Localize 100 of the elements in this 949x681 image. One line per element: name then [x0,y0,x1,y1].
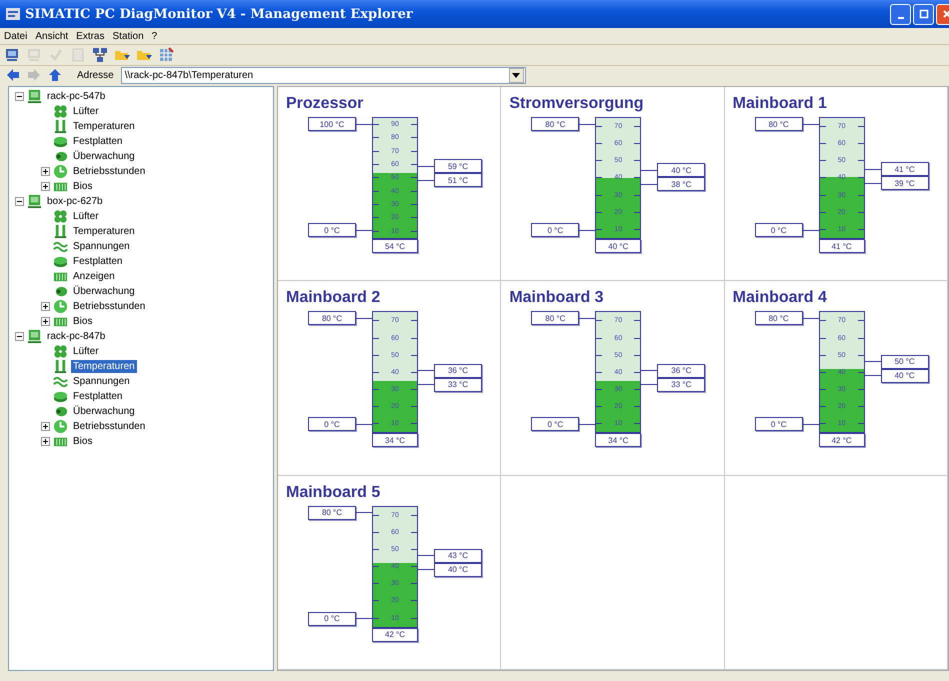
lower-limit: 40 °C [880,368,929,383]
tree-item[interactable]: Überwachung [71,285,137,298]
wave-icon [53,374,68,389]
tree-item[interactable]: Temperaturen [71,225,137,238]
tree-item[interactable]: Bios [71,435,94,448]
menu-item[interactable]: Datei [4,30,28,42]
eye-icon [53,404,68,419]
gauge-title: Mainboard 3 [509,289,605,308]
disk-icon [53,254,68,269]
tree-item[interactable]: Lüfter [71,345,101,358]
tree-item[interactable]: Überwachung [71,150,137,163]
min-value: 0 °C [531,223,580,237]
expander-icon[interactable] [41,182,50,191]
disk-icon [53,134,68,149]
network-icon[interactable] [92,47,108,63]
max-value: 80 °C [531,117,580,131]
computer-icon[interactable] [4,47,20,63]
upper-limit: 40 °C [657,163,706,177]
min-value: 0 °C [308,417,356,432]
computer-icon [27,194,42,209]
min-value: 0 °C [754,417,803,432]
eye-icon [53,284,68,299]
expander-icon[interactable] [41,302,50,311]
expander-icon[interactable] [41,437,50,446]
tree-item[interactable]: Festplatten [71,135,124,148]
tree-item[interactable]: Überwachung [71,405,137,418]
tree-item[interactable]: Lüfter [71,210,101,223]
computer-icon [27,329,42,344]
gauge-title: Mainboard 5 [286,484,382,502]
temperature-reading: 34 °C [372,433,418,448]
tree-item[interactable]: Festplatten [71,390,124,403]
lower-limit: 40 °C [434,562,482,577]
tree-item[interactable]: Temperaturen [71,120,137,133]
tree-item[interactable]: Temperaturen [71,360,137,373]
temperature-reading: 40 °C [595,239,642,253]
tree-item[interactable]: Spannungen [71,240,132,253]
tree-item[interactable]: Spannungen [71,375,132,388]
max-value: 80 °C [308,506,356,520]
gauge-title: Mainboard 2 [286,289,382,308]
eye-icon [53,149,68,164]
tree-item[interactable]: Anzeigen [71,270,117,283]
min-value: 0 °C [531,417,580,432]
clock-icon [53,164,68,179]
maximize-button[interactable] [913,4,934,24]
lower-limit: 33 °C [434,378,482,392]
window-title: SIMATIC PC DiagMonitor V4 - Management Explorer [25,6,413,22]
expander-icon[interactable] [15,92,24,101]
tree-item[interactable]: Lüfter [71,105,101,118]
address-field[interactable]: \\rack-pc-847b\Temperaturen [120,66,526,84]
max-value: 80 °C [308,311,356,326]
caret-icon [512,72,520,78]
fan-icon [53,344,68,359]
expander-icon[interactable] [41,317,50,326]
lower-limit: 38 °C [657,177,706,191]
address-label: Adresse [77,70,114,80]
fan-icon [53,104,68,119]
temperature-reading: 54 °C [372,239,418,253]
disk-icon [53,389,68,404]
gauge-title: Prozessor [286,95,364,113]
tree-item[interactable]: Bios [71,315,94,328]
maximize-icon [918,9,928,19]
upper-limit: 41 °C [880,162,929,176]
max-value: 100 °C [308,117,356,131]
tree-item[interactable]: Bios [71,180,94,193]
menu-item[interactable]: Extras [76,30,104,42]
wave-icon [53,239,68,254]
tree-item[interactable]: box-pc-627b [45,195,105,208]
upper-limit: 36 °C [434,364,482,378]
min-value: 0 °C [308,612,356,626]
up-arrow-icon[interactable] [48,68,62,82]
menu-item[interactable]: ? [152,30,158,42]
minimize-icon [898,17,904,19]
grid-icon[interactable] [158,47,174,63]
gauge-title: Stromversorgung [509,95,645,113]
expander-icon[interactable] [41,167,50,176]
max-value: 80 °C [754,311,803,326]
tree-item[interactable]: rack-pc-847b [45,330,108,343]
upper-limit: 50 °C [880,354,929,369]
menu-item[interactable]: Station [112,30,144,42]
lower-limit: 51 °C [434,173,482,188]
expander-icon[interactable] [15,197,24,206]
min-value: 0 °C [754,223,803,237]
minimize-button[interactable] [890,4,911,24]
tree-item[interactable]: rack-pc-547b [45,90,108,103]
upper-limit: 59 °C [434,159,482,174]
expander-icon[interactable] [15,332,24,341]
tree-item[interactable]: Betriebsstunden [71,165,148,178]
expander-icon[interactable] [41,422,50,431]
temperature-reading: 42 °C [372,628,418,642]
max-value: 80 °C [531,311,580,326]
dropdown-button[interactable] [508,68,524,82]
thermometer-icon [53,119,68,134]
thermometer-icon [53,359,68,374]
tree-item[interactable]: Betriebsstunden [71,300,148,313]
back-arrow-icon[interactable] [6,68,20,82]
menu-item[interactable]: Ansicht [35,30,68,42]
tree-item[interactable]: Betriebsstunden [71,420,148,433]
temperature-reading: 41 °C [818,239,865,253]
thermometer-icon [53,224,68,239]
tree-item[interactable]: Festplatten [71,255,124,268]
